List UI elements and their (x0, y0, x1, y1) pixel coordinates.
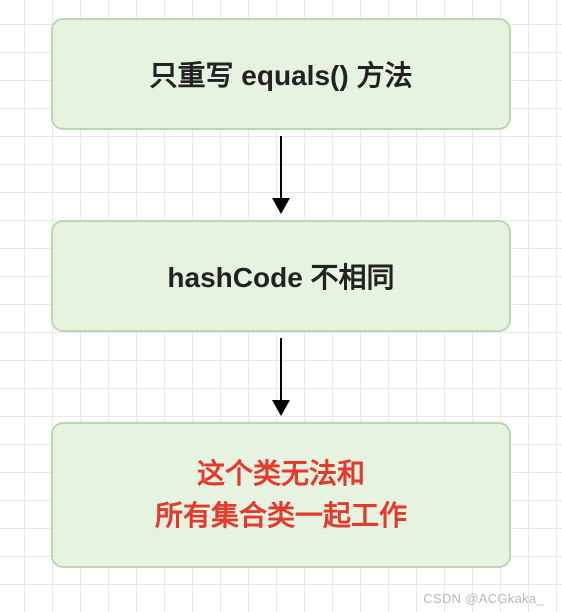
node-text: 只重写 equals() 方法 (150, 54, 413, 94)
node-text-line1: 这个类无法和 (197, 453, 365, 495)
node-hashcode-diff: hashCode 不相同 (51, 220, 511, 332)
node-text: hashCode 不相同 (167, 256, 394, 296)
arrow-head-icon (272, 198, 290, 214)
arrow-line (280, 338, 282, 400)
arrow-2 (272, 332, 290, 422)
arrow-head-icon (272, 400, 290, 416)
node-text-line2: 所有集合类一起工作 (155, 495, 407, 537)
arrow-line (280, 136, 282, 198)
watermark-text: CSDN @ACGkaka_ (423, 591, 544, 606)
node-result-warning: 这个类无法和 所有集合类一起工作 (51, 422, 511, 568)
arrow-1 (272, 130, 290, 220)
node-equals-override: 只重写 equals() 方法 (51, 18, 511, 130)
flowchart-container: 只重写 equals() 方法 hashCode 不相同 这个类无法和 所有集合… (0, 0, 562, 612)
